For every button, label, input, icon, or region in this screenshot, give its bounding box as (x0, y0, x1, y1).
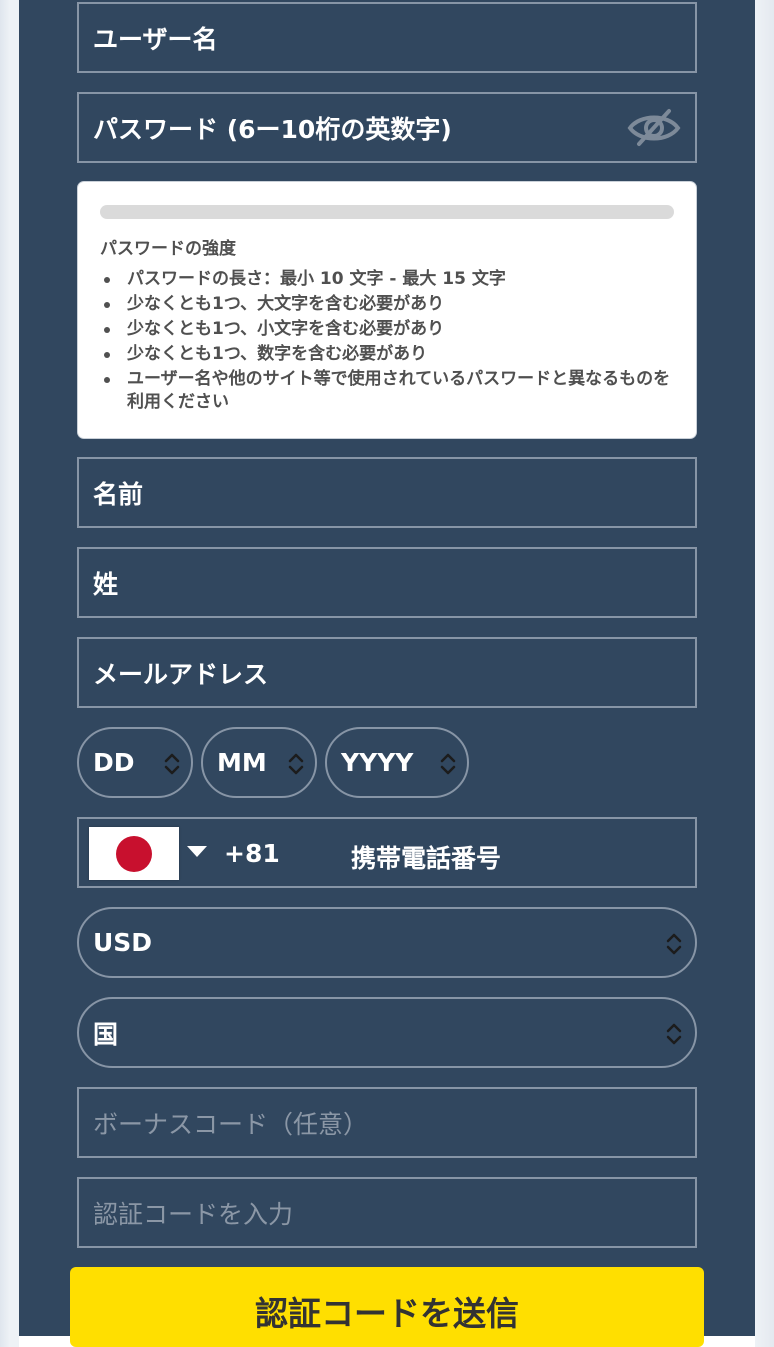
chevron-up-down-icon (163, 751, 181, 777)
eye-off-icon[interactable] (627, 106, 681, 156)
password-rule: 少なくとも1つ、大文字を含む必要があり (100, 293, 680, 316)
chevron-up-down-icon (287, 751, 305, 777)
username-field[interactable]: ユーザー名 (77, 2, 697, 73)
password-rule: ユーザー名や他のサイト等で使用されているパスワードと異なるものを利用ください (100, 368, 680, 414)
send-code-label: 認証コードを送信 (255, 1294, 519, 1333)
username-placeholder: ユーザー名 (93, 24, 218, 54)
phone-placeholder: 携帯電話番号 (351, 844, 502, 873)
bonus-code-placeholder: ボーナスコード（任意） (93, 1109, 369, 1139)
currency-value: USD (93, 928, 153, 957)
password-rule: パスワードの長さ：最小 10 文字 - 最大 15 文字 (100, 268, 680, 291)
bonus-code-field[interactable]: ボーナスコード（任意） (77, 1087, 697, 1158)
last-name-field[interactable]: 姓 (77, 547, 697, 618)
dob-year-value: YYYY (341, 748, 414, 777)
chevron-up-down-icon (665, 1021, 683, 1047)
dob-day-select[interactable]: DD (77, 727, 193, 798)
first-name-field[interactable]: 名前 (77, 457, 697, 528)
password-strength-bar (100, 205, 674, 219)
country-value: 国 (93, 1019, 119, 1049)
verification-code-field[interactable]: 認証コードを入力 (77, 1177, 697, 1248)
dial-code: +81 (224, 839, 280, 868)
last-name-placeholder: 姓 (93, 569, 119, 599)
dob-month-value: MM (217, 748, 267, 777)
first-name-placeholder: 名前 (93, 479, 144, 509)
chevron-up-down-icon (665, 931, 683, 957)
password-placeholder: パスワード (6ー10桁の英数字) (93, 114, 452, 144)
email-field[interactable]: メールアドレス (77, 637, 697, 708)
password-rules-list: パスワードの長さ：最小 10 文字 - 最大 15 文字 少なくとも1つ、大文字… (100, 268, 680, 416)
password-rule: 少なくとも1つ、数字を含む必要があり (100, 343, 680, 366)
verification-code-placeholder: 認証コードを入力 (93, 1199, 294, 1229)
country-select[interactable]: 国 (77, 997, 697, 1068)
currency-select[interactable]: USD (77, 907, 697, 978)
password-field[interactable]: パスワード (6ー10桁の英数字) (77, 92, 697, 163)
dob-day-value: DD (93, 748, 135, 777)
email-placeholder: メールアドレス (93, 659, 269, 689)
dob-year-select[interactable]: YYYY (325, 727, 469, 798)
japan-flag-icon[interactable] (89, 827, 179, 880)
send-code-button[interactable]: 認証コードを送信 (70, 1267, 704, 1347)
password-strength-title: パスワードの強度 (100, 239, 236, 259)
caret-down-icon[interactable] (187, 846, 207, 857)
chevron-up-down-icon (439, 751, 457, 777)
dob-month-select[interactable]: MM (201, 727, 317, 798)
password-strength-panel: パスワードの強度 パスワードの長さ：最小 10 文字 - 最大 15 文字 少な… (77, 181, 697, 439)
phone-field[interactable]: +81 携帯電話番号 (77, 817, 697, 888)
flag-circle (116, 836, 152, 872)
password-rule: 少なくとも1つ、小文字を含む必要があり (100, 318, 680, 341)
